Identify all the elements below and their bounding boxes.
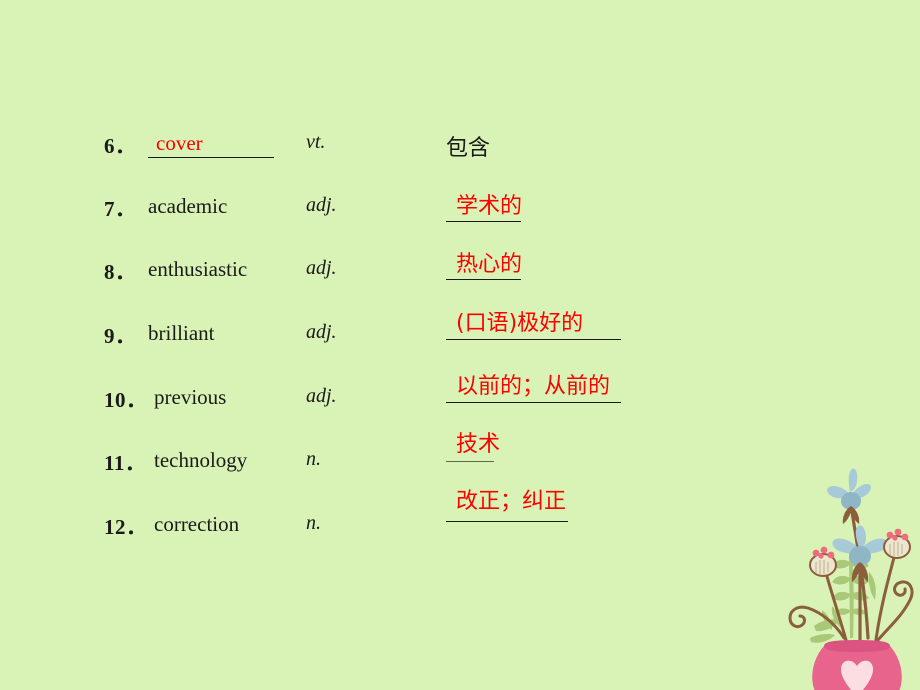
meaning-answer: 热心的 <box>456 252 523 277</box>
meaning-text: 包含 <box>446 136 491 161</box>
part-of-speech: adj. <box>306 194 337 216</box>
meaning-blank-rule <box>446 279 521 280</box>
word: technology <box>154 448 248 472</box>
word: previous <box>154 385 227 409</box>
item-number: 9． <box>104 324 137 348</box>
meaning-blank-rule <box>446 461 494 462</box>
part-of-speech: adj. <box>306 257 337 279</box>
meaning-blank-rule <box>446 521 568 522</box>
part-of-speech: vt. <box>306 131 326 153</box>
item-number: 11． <box>104 451 147 475</box>
item-number: 12． <box>104 515 148 539</box>
meaning-blank-rule <box>446 221 521 222</box>
meaning-answer: 以前的；从前的 <box>456 374 611 399</box>
part-of-speech: n. <box>306 448 321 470</box>
meaning-answer: 学术的 <box>456 194 523 219</box>
meaning-blank-rule <box>446 339 621 340</box>
meaning-answer: 技术 <box>456 432 501 457</box>
vocab-row: 12． correction n. <box>104 511 864 551</box>
word-blank-rule <box>148 157 274 158</box>
item-number: 8． <box>104 260 137 284</box>
meaning-answer: (口语)极好的 <box>456 311 584 336</box>
part-of-speech: adj. <box>306 385 337 407</box>
part-of-speech: n. <box>306 512 321 534</box>
item-number: 6． <box>104 134 137 158</box>
word-answer: cover <box>156 131 203 155</box>
meaning-blank-rule <box>446 402 621 403</box>
meaning-answer: 改正；纠正 <box>456 489 567 514</box>
part-of-speech: adj. <box>306 321 337 343</box>
word: enthusiastic <box>148 257 248 281</box>
vocabulary-list: 6． cover vt. 7． academic adj. 8． enthusi… <box>0 0 920 690</box>
word: brilliant <box>148 321 215 345</box>
word: correction <box>154 512 240 536</box>
item-number: 7． <box>104 197 137 221</box>
word: academic <box>148 194 228 218</box>
item-number: 10． <box>104 388 148 412</box>
slide-canvas: 6． cover vt. 7． academic adj. 8． enthusi… <box>0 0 920 690</box>
